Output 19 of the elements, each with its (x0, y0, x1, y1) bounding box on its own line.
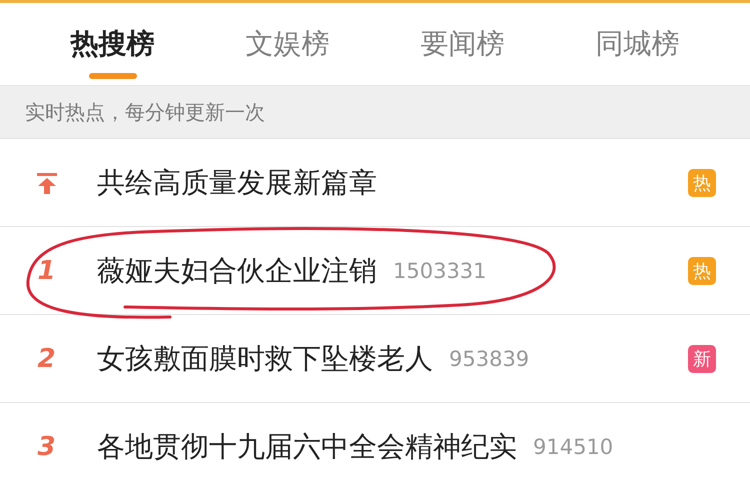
tag-badge: 热 (688, 256, 716, 284)
item-title[interactable]: 女孩敷面膜时救下坠楼老人 (97, 340, 433, 378)
tab[interactable]: 热搜榜 (64, 3, 160, 85)
tag-badge: 热 (688, 168, 716, 196)
tab[interactable]: 同城榜 (590, 3, 686, 85)
rank-number: 1 (37, 256, 56, 286)
pin-to-top-icon (36, 172, 58, 194)
tag-badge: 新 (688, 344, 716, 372)
view-count: 953839 (449, 346, 530, 370)
notice-text: 实时热点，每分钟更新一次 (25, 98, 265, 126)
view-count: 1503331 (393, 258, 487, 282)
item-title[interactable]: 薇娅夫妇合伙企业注销 (97, 252, 377, 290)
rank-number: 3 (37, 432, 56, 462)
item-title[interactable]: 各地贯彻十九届六中全会精神纪实 (97, 428, 517, 466)
tab[interactable]: 文娱榜 (240, 3, 336, 85)
item-title[interactable]: 共绘高质量发展新篇章 (97, 164, 377, 202)
view-count: 914510 (533, 434, 614, 458)
tab[interactable]: 要闻榜 (414, 3, 510, 85)
rank-number: 2 (37, 344, 56, 374)
